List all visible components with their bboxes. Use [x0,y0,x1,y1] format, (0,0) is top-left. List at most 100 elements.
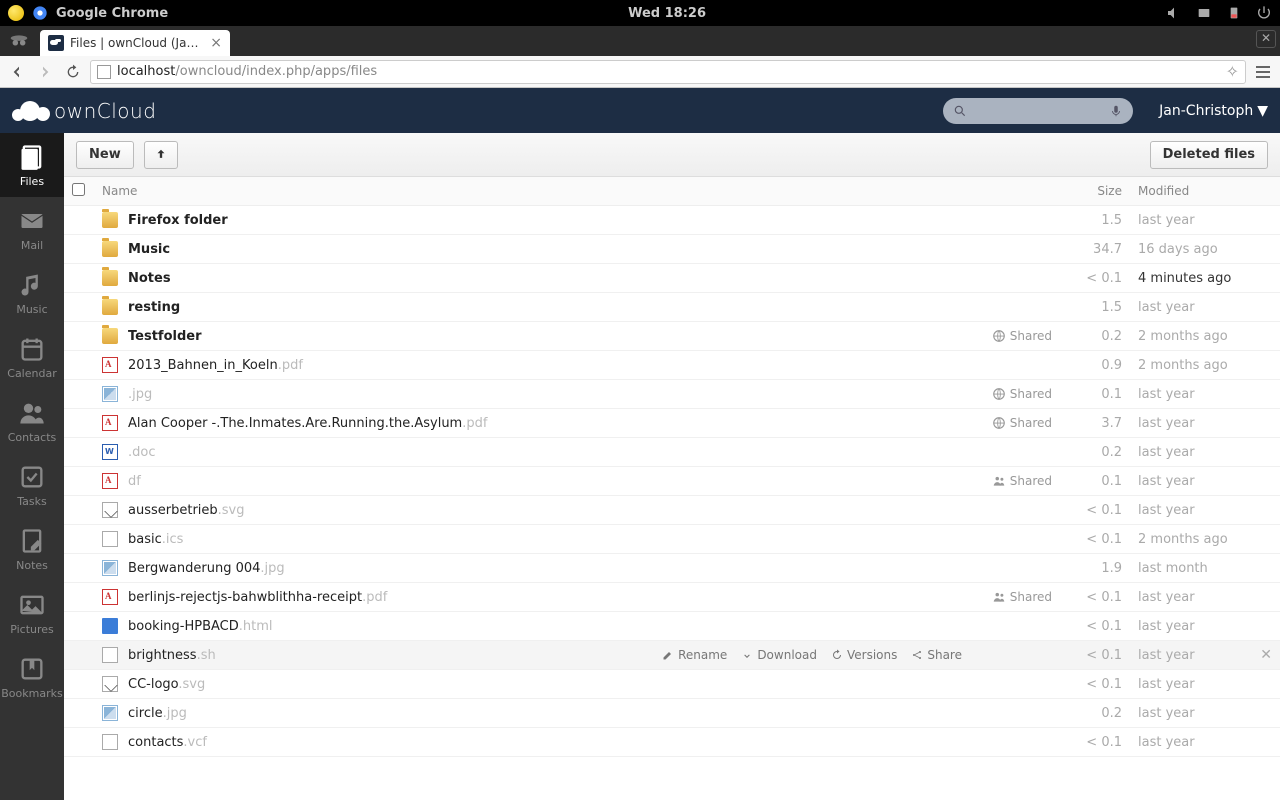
address-bar[interactable]: localhost/owncloud/index.php/apps/files … [90,60,1246,84]
file-row[interactable]: TestfolderShared0.22 months ago [64,322,1280,351]
bookmark-star-icon[interactable]: ✧ [1226,62,1239,81]
name-cell[interactable]: brightness.shRenameDownloadVersionsShare [94,641,970,670]
name-cell[interactable]: circle.jpg [94,699,970,728]
owncloud-logo[interactable]: ownCloud [12,99,156,123]
deleted-files-button[interactable]: Deleted files [1150,141,1268,169]
sidebar-item-label: Notes [16,559,48,572]
file-row[interactable]: Firefox folder1.5last year [64,206,1280,235]
file-row[interactable]: Music34.716 days ago [64,235,1280,264]
sidebar-item-label: Tasks [17,495,46,508]
new-button[interactable]: New [76,141,134,169]
name-cell[interactable]: Bergwanderung 004.jpg [94,554,970,583]
notes-icon [18,527,46,555]
bookmarks-icon [18,655,46,683]
file-row[interactable]: .jpgShared0.1last year [64,380,1280,409]
sidebar-item-tasks[interactable]: Tasks [0,453,64,517]
select-all-checkbox[interactable] [72,183,85,196]
file-row[interactable]: basic.ics< 0.12 months ago [64,525,1280,554]
name-cell[interactable]: df [94,467,970,496]
name-cell[interactable]: Alan Cooper -.The.Inmates.Are.Running.th… [94,409,970,438]
sidebar-item-bookmarks[interactable]: Bookmarks [0,645,64,709]
file-row[interactable]: berlinjs-rejectjs-bahwblithha-receipt.pd… [64,583,1280,612]
file-row[interactable]: resting1.5last year [64,293,1280,322]
mail-icon [18,207,46,235]
versions-action[interactable]: Versions [831,648,897,662]
file-type-icon [102,444,118,460]
name-cell[interactable]: booking-HPBACD.html [94,612,970,641]
file-type-icon [102,705,118,721]
file-type-icon [102,328,118,344]
column-header-size[interactable]: Size [1060,177,1130,206]
browser-tab[interactable]: Files | ownCloud (Jan-Chri × [40,30,230,56]
file-row[interactable]: Notes< 0.14 minutes ago [64,264,1280,293]
shared-indicator[interactable]: Shared [978,590,1052,604]
shared-indicator[interactable]: Shared [978,416,1052,430]
name-cell[interactable]: ausserbetrieb.svg [94,496,970,525]
upload-button[interactable] [144,141,178,169]
battery-icon[interactable] [1226,5,1242,21]
sidebar-item-notes[interactable]: Notes [0,517,64,581]
search-input[interactable] [943,98,1133,124]
file-type-icon [102,415,118,431]
delete-action[interactable]: ✕ [1260,647,1272,663]
file-row[interactable]: circle.jpg0.2last year [64,699,1280,728]
name-cell[interactable]: Testfolder [94,322,970,351]
file-size: 1.5 [1060,206,1130,235]
network-icon[interactable] [1196,5,1212,21]
file-ext: .jpg [163,706,187,721]
file-row[interactable]: contacts.vcf< 0.1last year [64,728,1280,757]
download-action[interactable]: Download [741,648,817,662]
sidebar-item-mail[interactable]: Mail [0,197,64,261]
shared-indicator[interactable]: Shared [978,329,1052,343]
name-cell[interactable]: .jpg [94,380,970,409]
mic-icon[interactable] [1109,104,1123,118]
tab-close-icon[interactable]: × [210,35,222,51]
volume-icon[interactable] [1166,5,1182,21]
name-cell[interactable]: Firefox folder [94,206,970,235]
name-cell[interactable]: Notes [94,264,970,293]
name-cell[interactable]: 2013_Bahnen_in_Koeln.pdf [94,351,970,380]
name-cell[interactable]: .doc [94,438,970,467]
rename-action[interactable]: Rename [662,648,727,662]
file-row[interactable]: CC-logo.svg< 0.1last year [64,670,1280,699]
name-cell[interactable]: Music [94,235,970,264]
file-row[interactable]: 2013_Bahnen_in_Koeln.pdf0.92 months ago [64,351,1280,380]
file-row[interactable]: brightness.shRenameDownloadVersionsShare… [64,641,1280,670]
file-name: Music [128,242,170,257]
user-menu[interactable]: Jan-Christoph ▼ [1159,103,1268,119]
file-row[interactable]: Alan Cooper -.The.Inmates.Are.Running.th… [64,409,1280,438]
column-header-modified[interactable]: Modified [1130,177,1280,206]
shared-indicator[interactable]: Shared [978,387,1052,401]
reload-button[interactable] [62,61,84,83]
sidebar-item-calendar[interactable]: Calendar [0,325,64,389]
file-row[interactable]: ausserbetrieb.svg< 0.1last year [64,496,1280,525]
sidebar-item-music[interactable]: Music [0,261,64,325]
file-row[interactable]: Bergwanderung 004.jpg1.9last month [64,554,1280,583]
forward-button[interactable] [34,61,56,83]
table-header-row: Name Size Modified [64,177,1280,206]
name-cell[interactable]: basic.ics [94,525,970,554]
files-toolbar: New Deleted files [64,133,1280,177]
sidebar-item-files[interactable]: Files [0,133,64,197]
file-row[interactable]: dfShared0.1last year [64,467,1280,496]
column-header-name[interactable]: Name [94,177,970,206]
name-cell[interactable]: CC-logo.svg [94,670,970,699]
name-cell[interactable]: berlinjs-rejectjs-bahwblithha-receipt.pd… [94,583,970,612]
power-icon[interactable] [1256,5,1272,21]
shared-indicator[interactable]: Shared [978,474,1052,488]
file-name: Alan Cooper -.The.Inmates.Are.Running.th… [128,416,462,431]
browser-menu-button[interactable] [1252,61,1274,83]
sidebar-item-contacts[interactable]: Contacts [0,389,64,453]
tasks-icon [18,463,46,491]
files-panel: New Deleted files Name [64,133,1280,800]
sidebar-item-pictures[interactable]: Pictures [0,581,64,645]
browser-window: ✕ Files | ownCloud (Jan-Chri × localhost… [0,26,1280,800]
name-cell[interactable]: resting [94,293,970,322]
url-text: localhost/owncloud/index.php/apps/files [117,64,377,79]
file-row[interactable]: booking-HPBACD.html< 0.1last year [64,612,1280,641]
name-cell[interactable]: contacts.vcf [94,728,970,757]
file-name: 2013_Bahnen_in_Koeln [128,358,278,373]
back-button[interactable] [6,61,28,83]
share-action[interactable]: Share [911,648,962,662]
file-row[interactable]: .doc0.2last year [64,438,1280,467]
